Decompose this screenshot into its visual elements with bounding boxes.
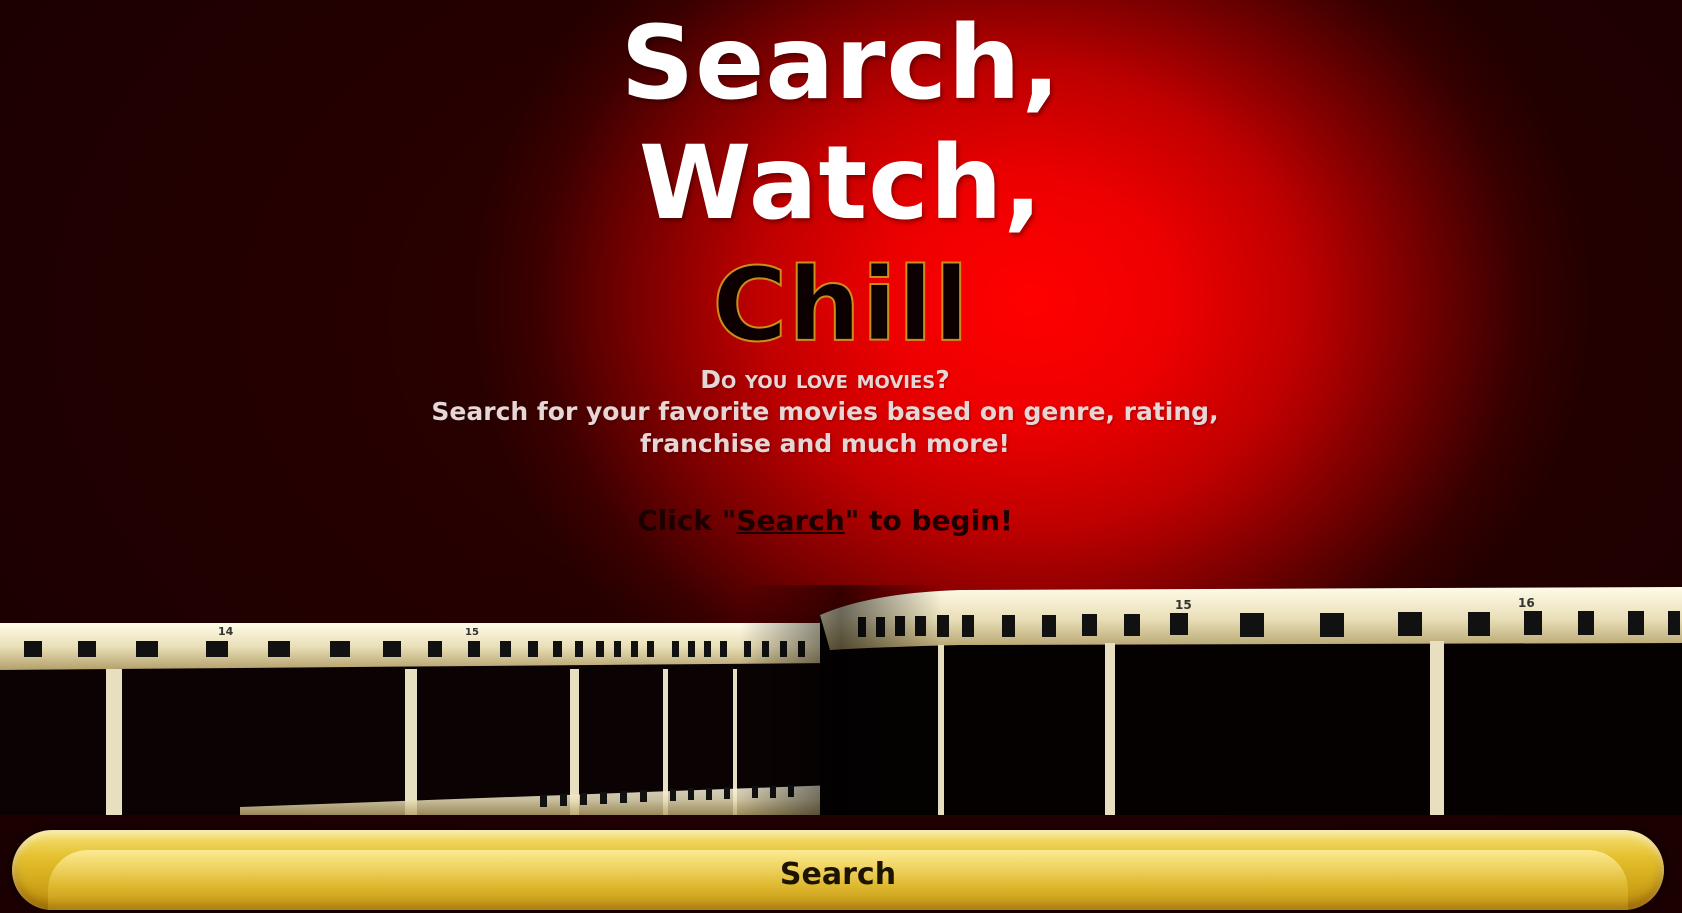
intro-question: Do you love movies? bbox=[700, 365, 950, 394]
search-button[interactable]: Search bbox=[12, 830, 1664, 910]
landing-page: Search, Watch, Chill Do you love movies?… bbox=[0, 0, 1682, 913]
search-link[interactable]: Search bbox=[736, 504, 844, 537]
cta-suffix: " to begin! bbox=[844, 504, 1013, 537]
headline-chill: Chill bbox=[711, 245, 970, 366]
intro-text: Do you love movies? Search for your favo… bbox=[0, 364, 1650, 460]
search-button-label: Search bbox=[779, 856, 897, 892]
headline-watch: Watch, bbox=[638, 124, 1044, 243]
call-to-action: Click "Search" to begin! bbox=[0, 503, 1650, 539]
cta-prefix: Click " bbox=[637, 504, 737, 537]
intro-line-3: franchise and much more! bbox=[640, 429, 1010, 458]
intro-line-2: Search for your favorite movies based on… bbox=[431, 397, 1219, 426]
film-strip-image: 14 15 bbox=[0, 585, 1682, 815]
headline-search: Search, bbox=[620, 4, 1062, 123]
